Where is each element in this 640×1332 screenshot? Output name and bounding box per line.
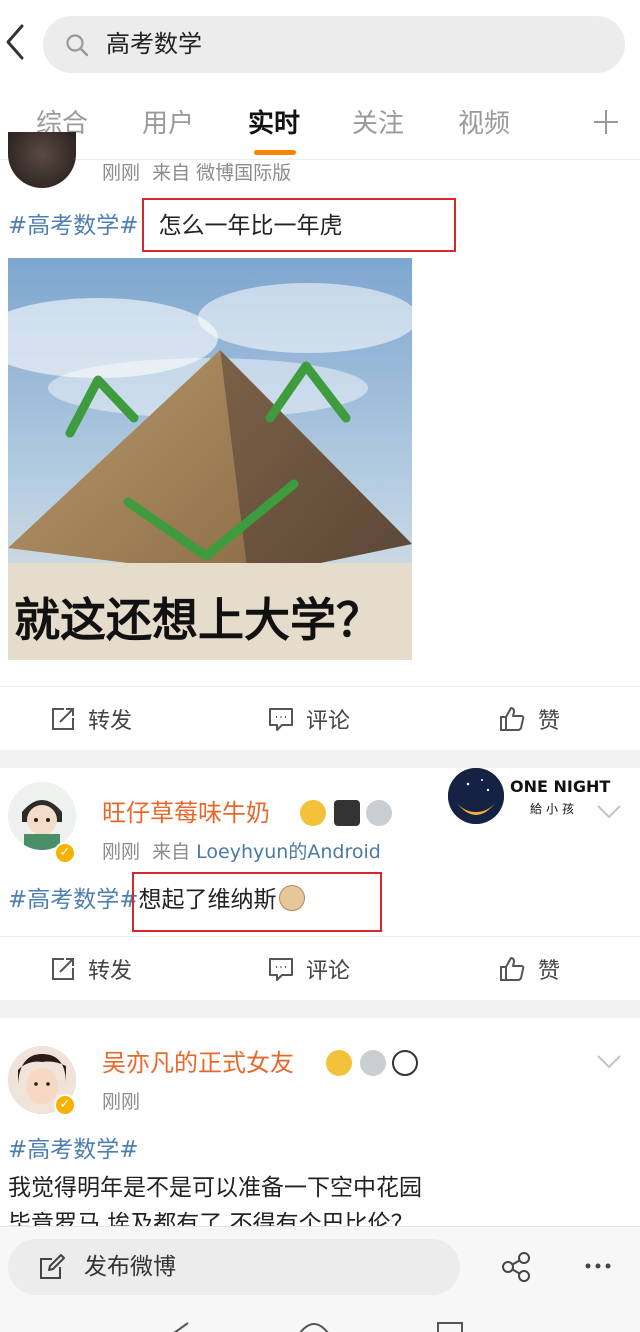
post-time: 刚刚: [102, 1091, 141, 1113]
post-separator: [0, 750, 640, 768]
post-meta: 刚刚 来自 微博国际版: [102, 160, 291, 186]
compose-button[interactable]: 发布微博: [8, 1239, 460, 1295]
system-recent-icon[interactable]: [436, 1321, 464, 1332]
tab-realtime[interactable]: 实时: [248, 106, 300, 142]
hashtag-link[interactable]: #高考数学#: [8, 887, 139, 913]
avatar[interactable]: [8, 782, 76, 850]
chevron-down-icon[interactable]: [596, 1054, 622, 1070]
tab-bar: 综合 用户 实时 关注 视频: [0, 88, 640, 160]
post-1-actions: 转发 评论 赞: [0, 686, 640, 750]
image-caption: 就这还想上大学？: [14, 593, 382, 647]
compose-label: 发布微博: [84, 1254, 176, 1280]
chevron-down-icon[interactable]: [596, 804, 622, 820]
ad-subtitle: 給小孩: [530, 802, 579, 816]
graduation-cap-icon: [334, 800, 360, 826]
highlight-box: [142, 198, 456, 252]
post-3-line-2: 毕竟罗马 埃及都有了 不得有个巴比伦？: [8, 1211, 414, 1226]
avatar-cartoon-image: [8, 782, 76, 850]
like-label: 赞: [538, 709, 561, 734]
crown-icon: [326, 1050, 352, 1076]
post-2-actions: 转发 评论 赞: [0, 936, 640, 1000]
post-separator: [0, 1000, 640, 1018]
comment-label: 评论: [306, 959, 351, 984]
bottom-bar: 发布微博: [0, 1226, 640, 1332]
tab-following[interactable]: 关注: [352, 106, 404, 142]
repost-button[interactable]: 转发: [50, 703, 132, 735]
active-tab-indicator: [254, 150, 296, 155]
system-home-icon[interactable]: [298, 1321, 330, 1332]
share-icon[interactable]: [500, 1251, 532, 1283]
post-3-hashtag: #高考数学#: [8, 1134, 139, 1166]
username[interactable]: 旺仔草莓味牛奶: [102, 796, 270, 830]
repost-button[interactable]: 转发: [50, 953, 132, 985]
post-time: 刚刚: [102, 841, 141, 863]
ad-title: ONE NIGHT: [510, 777, 611, 796]
comment-label: 评论: [306, 709, 351, 734]
one-night-logo[interactable]: [448, 768, 504, 824]
comment-button[interactable]: 评论: [268, 953, 350, 985]
search-query[interactable]: 高考数学: [106, 28, 202, 61]
thumbs-up-icon: [500, 707, 525, 731]
pyramid-meme-image: 就这还想上大学？: [8, 258, 412, 660]
repost-icon: [52, 958, 74, 980]
like-button[interactable]: 赞: [498, 953, 560, 985]
post-3-line-1: 我觉得明年是不是可以准备一下空中花园: [8, 1175, 422, 1201]
post-3: ✓ 吴亦凡的正式女友 刚刚 #高考数学# 我觉得明年是不是可以准备一下空中花园 …: [0, 1018, 640, 1226]
search-bar[interactable]: 高考数学: [43, 16, 625, 73]
post-source: 来自 微博国际版: [152, 162, 292, 184]
repost-label: 转发: [88, 709, 133, 734]
post-meta: 刚刚: [102, 1089, 140, 1115]
comment-icon: [269, 958, 293, 981]
like-label: 赞: [538, 959, 561, 984]
more-icon[interactable]: [584, 1261, 612, 1271]
moon-hands-icon: [448, 768, 504, 824]
plus-icon[interactable]: [592, 108, 620, 136]
repost-label: 转发: [88, 959, 133, 984]
panda-icon: [392, 1050, 418, 1076]
comment-button[interactable]: 评论: [268, 703, 350, 735]
post-meta: 刚刚 来自 Loeyhyun的Android: [102, 839, 381, 865]
crown-icon: [300, 800, 326, 826]
top-bar: 高考数学: [0, 0, 640, 88]
hashtag-link[interactable]: #高考数学#: [8, 213, 139, 239]
edit-icon: [40, 1254, 65, 1279]
avatar[interactable]: [8, 132, 76, 188]
tab-users[interactable]: 用户: [142, 106, 194, 142]
verified-badge: ✓: [54, 842, 76, 864]
medal-icon: [360, 1050, 386, 1076]
like-button[interactable]: 赞: [498, 703, 560, 735]
back-icon[interactable]: [4, 22, 28, 62]
post-time: 刚刚: [102, 162, 141, 184]
post-image[interactable]: 就这还想上大学？: [8, 258, 412, 660]
thumbs-up-icon: [500, 957, 525, 981]
verified-badge: ✓: [54, 1094, 76, 1116]
repost-icon: [52, 708, 74, 730]
medal-icon: [366, 800, 392, 826]
hashtag-link[interactable]: #高考数学#: [8, 1137, 139, 1163]
username[interactable]: 吴亦凡的正式女友: [102, 1046, 294, 1080]
comment-icon: [269, 708, 293, 731]
tab-video[interactable]: 视频: [458, 106, 510, 142]
post-source-app[interactable]: Loeyhyun的Android: [196, 841, 381, 863]
post-source-prefix: 来自: [152, 841, 191, 863]
search-icon: [66, 34, 89, 57]
highlight-box: [132, 872, 382, 932]
system-back-icon[interactable]: [170, 1321, 190, 1332]
